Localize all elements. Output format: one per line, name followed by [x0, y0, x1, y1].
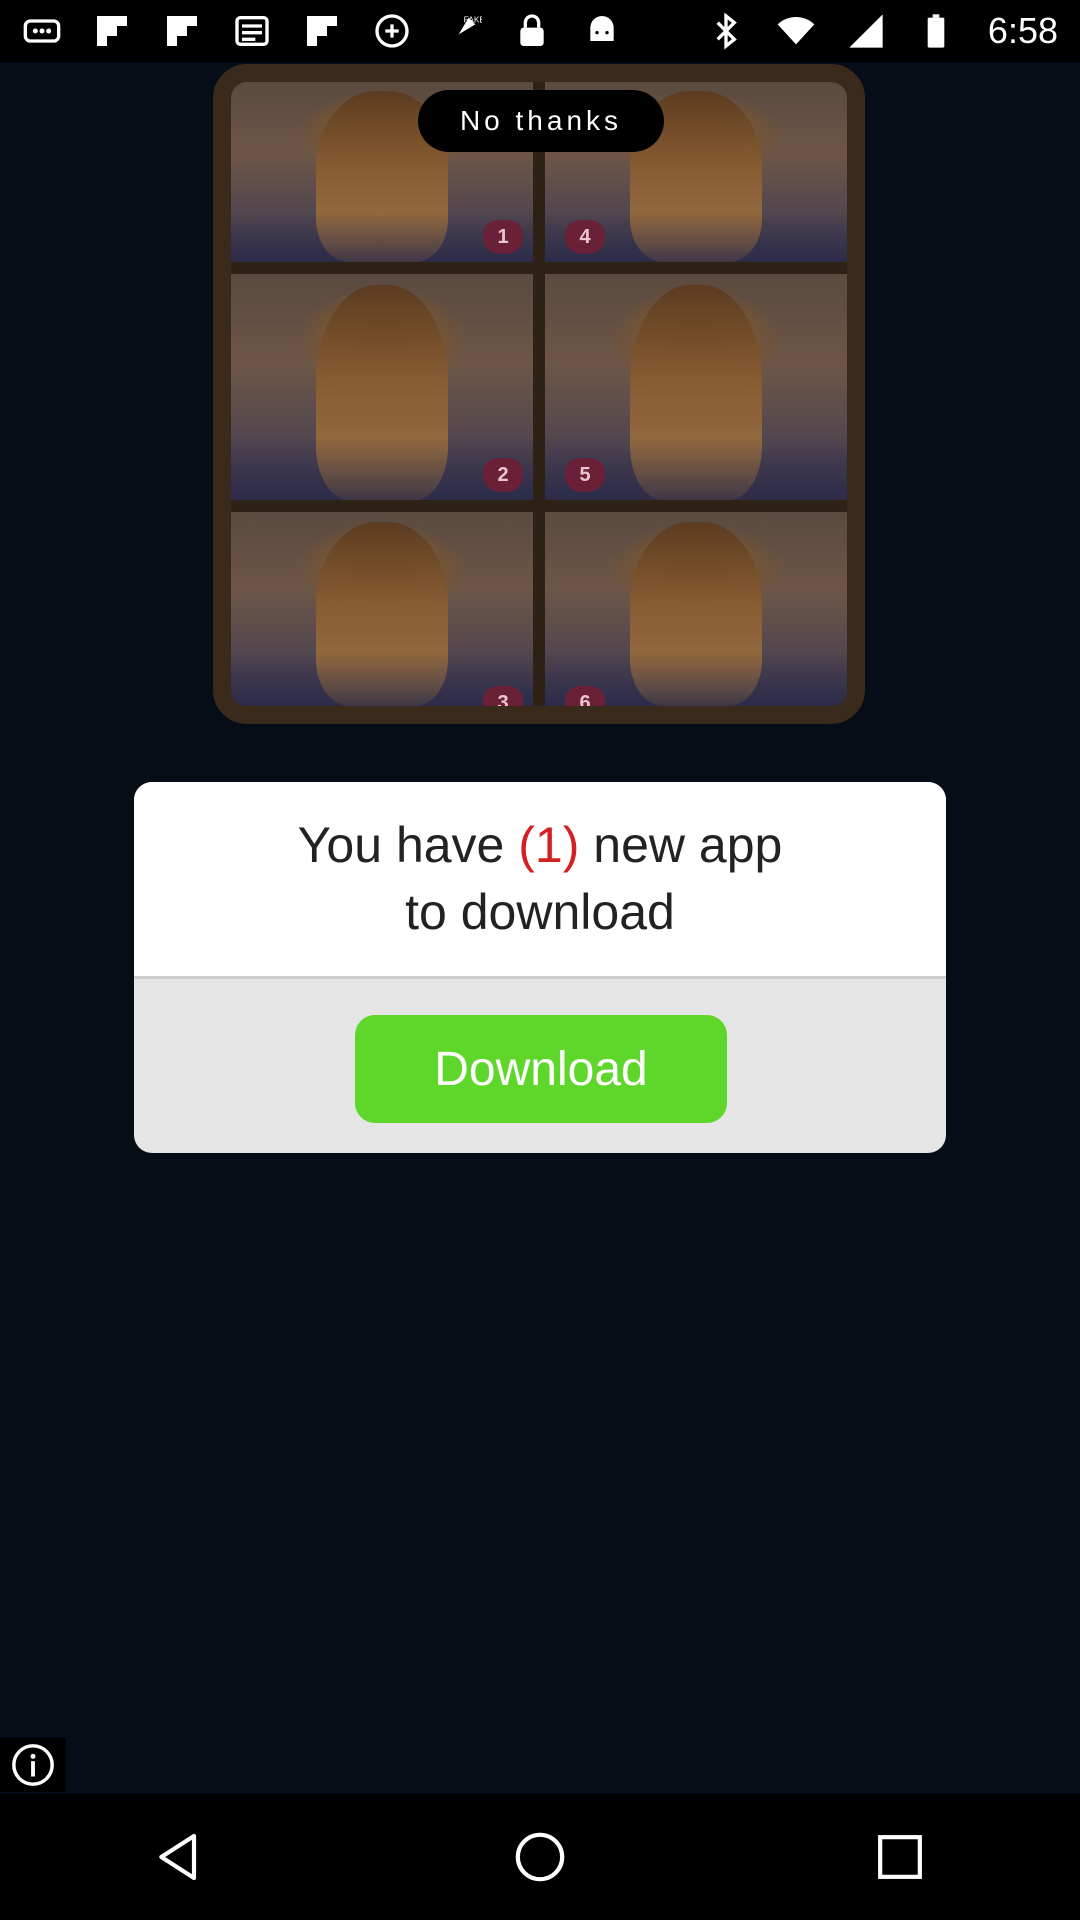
hairstyle-photo-grid: 1 4 2 5 3 6	[231, 82, 847, 706]
navigation-bar	[0, 1794, 1080, 1920]
svg-text:FAKE: FAKE	[464, 15, 482, 25]
step-badge: 2	[483, 458, 523, 492]
recents-icon[interactable]	[840, 1807, 960, 1907]
step-badge: 6	[565, 686, 605, 706]
fake-gps-icon: FAKE	[440, 9, 484, 53]
battery-icon	[914, 9, 958, 53]
message-text: You have	[297, 817, 519, 873]
step-badge: 1	[483, 220, 523, 254]
step-badge: 5	[565, 458, 605, 492]
clock: 6:58	[987, 10, 1058, 51]
no-thanks-button[interactable]: No thanks	[418, 90, 664, 152]
lock-icon	[510, 9, 554, 53]
step-photo: 2	[231, 274, 533, 500]
flipboard-icon	[300, 9, 344, 53]
more-icon	[20, 9, 64, 53]
download-button[interactable]: Download	[355, 1015, 727, 1123]
download-dialog: You have (1) new app to download Downloa…	[134, 782, 946, 1153]
android-icon	[580, 9, 624, 53]
signal-icon	[844, 9, 888, 53]
app-count: (1)	[518, 817, 580, 873]
step-photo: 3	[231, 512, 533, 706]
step-photo: 6	[545, 512, 847, 706]
back-icon[interactable]	[120, 1807, 240, 1907]
dialog-message: You have (1) new app to download	[298, 812, 783, 946]
dialog-message-area: You have (1) new app to download	[134, 782, 946, 979]
message-text: to download	[405, 884, 675, 940]
status-bar: FAKE 6:58	[0, 0, 1080, 62]
bluetooth-icon	[704, 9, 748, 53]
step-photo: 5	[545, 274, 847, 500]
step-badge: 3	[483, 686, 523, 706]
sync-icon	[370, 9, 414, 53]
flipboard-icon	[160, 9, 204, 53]
flipboard-icon	[90, 9, 134, 53]
info-icon[interactable]	[0, 1738, 66, 1792]
home-icon[interactable]	[480, 1807, 600, 1907]
inbox-icon	[230, 9, 274, 53]
message-text: new app	[579, 817, 783, 873]
notification-icons: FAKE	[20, 9, 624, 53]
system-icons: 6:58	[704, 9, 1058, 53]
wifi-icon	[774, 9, 818, 53]
step-badge: 4	[565, 220, 605, 254]
ad-image[interactable]: 1 4 2 5 3 6	[213, 64, 865, 724]
